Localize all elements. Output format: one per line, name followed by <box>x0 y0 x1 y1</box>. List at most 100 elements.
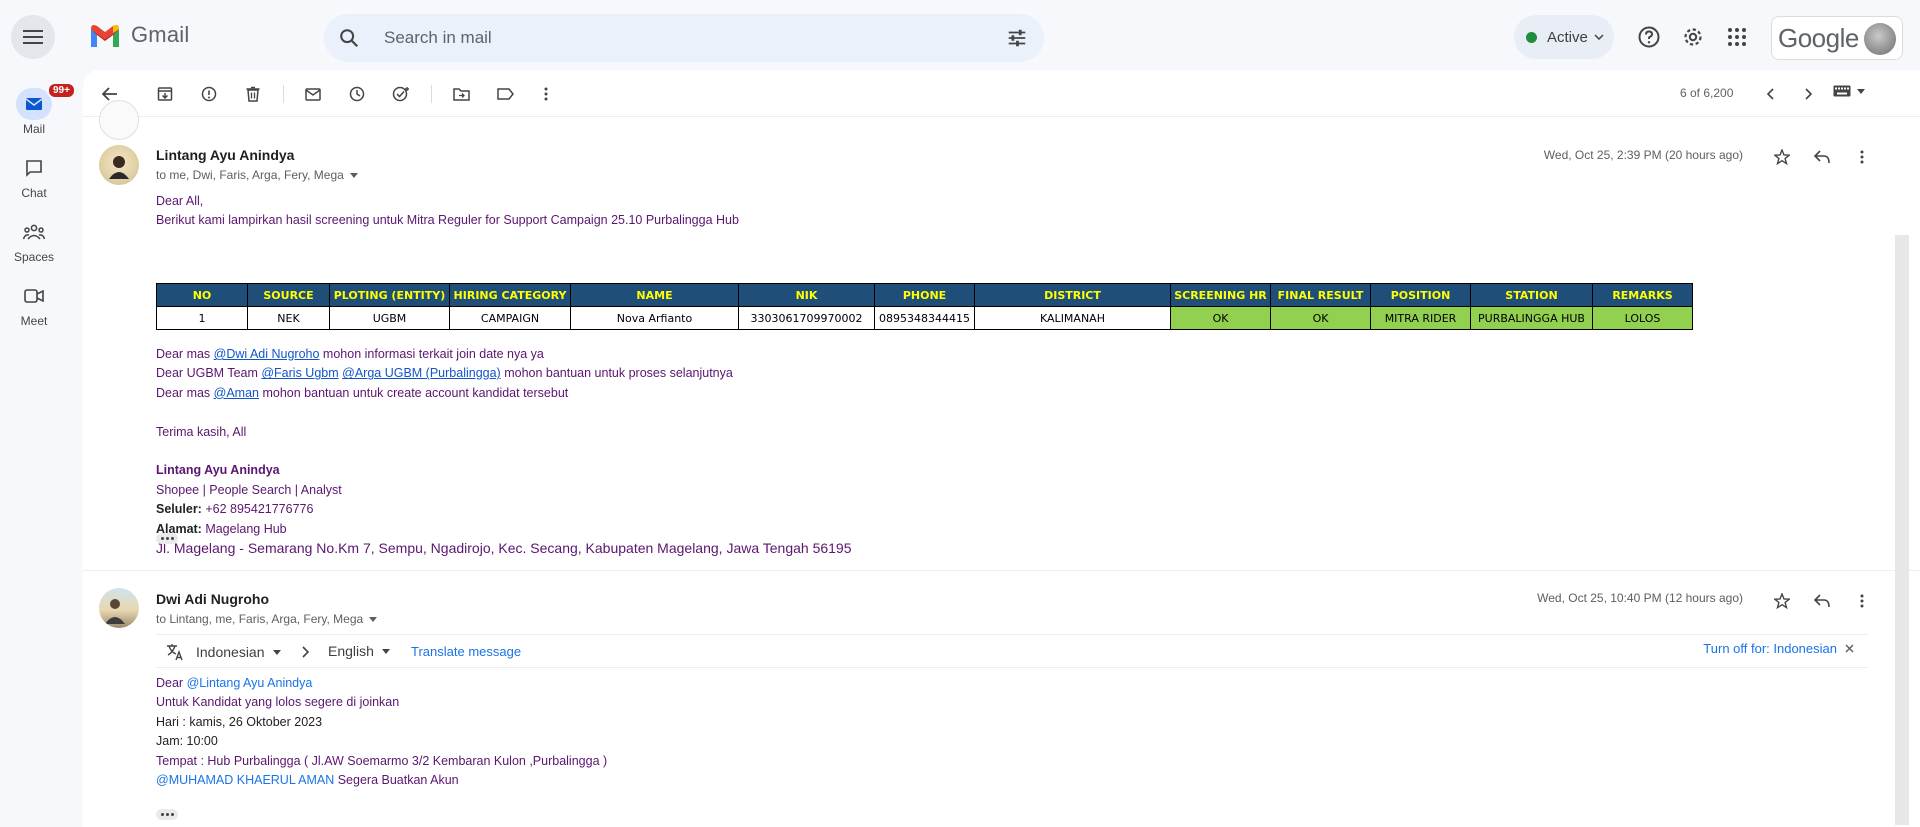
table-header: REMARKS <box>1592 283 1693 307</box>
mail-outline-icon <box>305 87 321 101</box>
input-tools-button[interactable] <box>1833 85 1865 97</box>
turn-off-translate-link[interactable]: Turn off for: Indonesian <box>1703 641 1854 656</box>
source-language-dropdown[interactable]: Indonesian <box>166 643 281 661</box>
table-cell: UGBM <box>329 306 450 330</box>
mention-link[interactable]: @Faris Ugbm <box>261 366 338 380</box>
main-menu-button[interactable] <box>11 15 55 59</box>
report-spam-button[interactable] <box>197 82 221 106</box>
table-header-row: NO SOURCE PLOTING (ENTITY) HIRING CATEGO… <box>156 283 1693 307</box>
mention-link[interactable]: @Lintang Ayu Anindya <box>187 676 313 690</box>
delete-button[interactable] <box>241 82 265 106</box>
star-button[interactable] <box>1770 589 1794 613</box>
clock-icon <box>349 86 365 102</box>
body-line: Dear UGBM Team @Faris Ugbm @Arga UGBM (P… <box>156 364 852 383</box>
mention-link[interactable]: @Aman <box>214 386 259 400</box>
table-header: HIRING CATEGORY <box>449 283 571 307</box>
message-date: Wed, Oct 25, 10:40 PM (12 hours ago) <box>1537 591 1743 605</box>
label-icon <box>496 88 514 100</box>
apps-button[interactable] <box>1722 22 1752 52</box>
recipients-text: to me, Dwi, Faris, Arga, Fery, Mega <box>156 168 344 182</box>
reply-button[interactable] <box>1810 589 1834 613</box>
unread-badge: 99+ <box>47 82 76 99</box>
gmail-m-icon <box>91 25 119 47</box>
mention-link[interactable]: @Dwi Adi Nugroho <box>214 347 320 361</box>
sender-avatar[interactable] <box>99 145 139 185</box>
table-cell-status: LOLOS <box>1592 306 1693 330</box>
rail-item-chat[interactable]: Chat <box>0 152 68 212</box>
google-wordmark: Google <box>1778 22 1859 53</box>
snooze-button[interactable] <box>345 82 369 106</box>
rail-item-mail[interactable]: 99+ Mail <box>0 82 76 148</box>
older-button[interactable] <box>1797 82 1821 106</box>
sender-name[interactable]: Dwi Adi Nugroho <box>156 591 269 607</box>
rail-spaces-icon-wrap <box>16 216 52 248</box>
body-line: Untuk Kandidat yang lolos segere di join… <box>156 695 400 710</box>
message-more-button[interactable] <box>1850 589 1874 613</box>
labels-button[interactable] <box>493 82 517 106</box>
sender-name[interactable]: Lintang Ayu Anindya <box>156 147 294 163</box>
body-line: Dear mas @Aman mohon bantuan untuk creat… <box>156 384 852 403</box>
chevron-right-icon <box>302 646 310 658</box>
person-photo-icon <box>105 599 125 624</box>
sender-avatar[interactable] <box>99 588 139 628</box>
account-button[interactable]: Google <box>1771 16 1903 60</box>
search-icon[interactable] <box>338 27 360 49</box>
more-vert-icon <box>544 87 548 101</box>
more-actions-button[interactable] <box>534 82 558 106</box>
rail-label: Spaces <box>13 250 55 264</box>
star-button[interactable] <box>1770 145 1794 169</box>
label: Seluler: <box>156 502 202 517</box>
close-icon[interactable] <box>1845 644 1854 653</box>
report-icon <box>201 86 217 102</box>
rail-item-spaces[interactable]: Spaces <box>0 216 68 276</box>
body-line: @MUHAMAD KHAERUL AMAN Segera Buatkan Aku… <box>156 771 607 790</box>
more-vert-icon <box>1860 594 1864 608</box>
reply-button[interactable] <box>1810 145 1834 169</box>
show-trimmed-content-button[interactable] <box>156 809 178 820</box>
target-language: English <box>328 643 374 659</box>
toolbar-divider <box>283 85 284 103</box>
table-header: STATION <box>1470 283 1593 307</box>
body-greeting: Dear All, <box>156 194 204 208</box>
table-header: PLOTING (ENTITY) <box>329 283 450 307</box>
add-to-tasks-button[interactable] <box>389 82 413 106</box>
settings-button[interactable] <box>1678 22 1708 52</box>
mention-link[interactable]: @Arga UGBM (Purbalingga) <box>342 366 501 380</box>
scrollbar[interactable] <box>1895 235 1909 825</box>
recipients-toggle[interactable]: to Lintang, me, Faris, Arga, Fery, Mega <box>156 612 378 626</box>
screening-table: NO SOURCE PLOTING (ENTITY) HIRING CATEGO… <box>156 283 1693 330</box>
table-cell-status: OK <box>1170 306 1271 330</box>
chat-icon <box>26 160 42 177</box>
star-icon <box>1774 149 1790 165</box>
caret-down-icon <box>349 172 358 178</box>
status-dropdown[interactable]: Active <box>1514 15 1614 59</box>
rail-mail-icon-wrap: 99+ <box>16 82 76 120</box>
translate-message-link[interactable]: Translate message <box>411 644 521 659</box>
folder-move-icon <box>452 88 470 101</box>
recipients-toggle[interactable]: to me, Dwi, Faris, Arga, Fery, Mega <box>156 168 358 182</box>
menu-icon <box>23 30 43 44</box>
text: Dear mas <box>156 347 214 361</box>
mention-link[interactable]: @MUHAMAD KHAERUL AMAN <box>156 773 334 787</box>
gmail-logo[interactable]: Gmail <box>89 22 189 48</box>
support-button[interactable] <box>1634 22 1664 52</box>
target-language-dropdown[interactable]: English <box>328 643 390 659</box>
search-options-icon[interactable] <box>1006 27 1028 49</box>
search-input[interactable] <box>382 24 942 52</box>
show-trimmed-content-button[interactable] <box>156 533 178 544</box>
mark-unread-button[interactable] <box>301 82 325 106</box>
video-camera-icon <box>24 289 44 303</box>
direction-arrow <box>302 646 310 658</box>
message-more-button[interactable] <box>1850 145 1874 169</box>
chevron-right-icon <box>1805 88 1813 100</box>
archive-button[interactable] <box>153 82 177 106</box>
rail-chat-icon-wrap <box>16 152 52 184</box>
rail-item-meet[interactable]: Meet <box>0 280 68 340</box>
help-icon <box>1638 26 1660 48</box>
rail-meet-icon-wrap <box>16 280 52 312</box>
move-to-button[interactable] <box>449 82 473 106</box>
newer-button[interactable] <box>1758 82 1782 106</box>
person-photo-icon <box>109 156 129 179</box>
body-line: Tempat : Hub Purbalingga ( Jl.AW Soemarm… <box>156 753 608 768</box>
